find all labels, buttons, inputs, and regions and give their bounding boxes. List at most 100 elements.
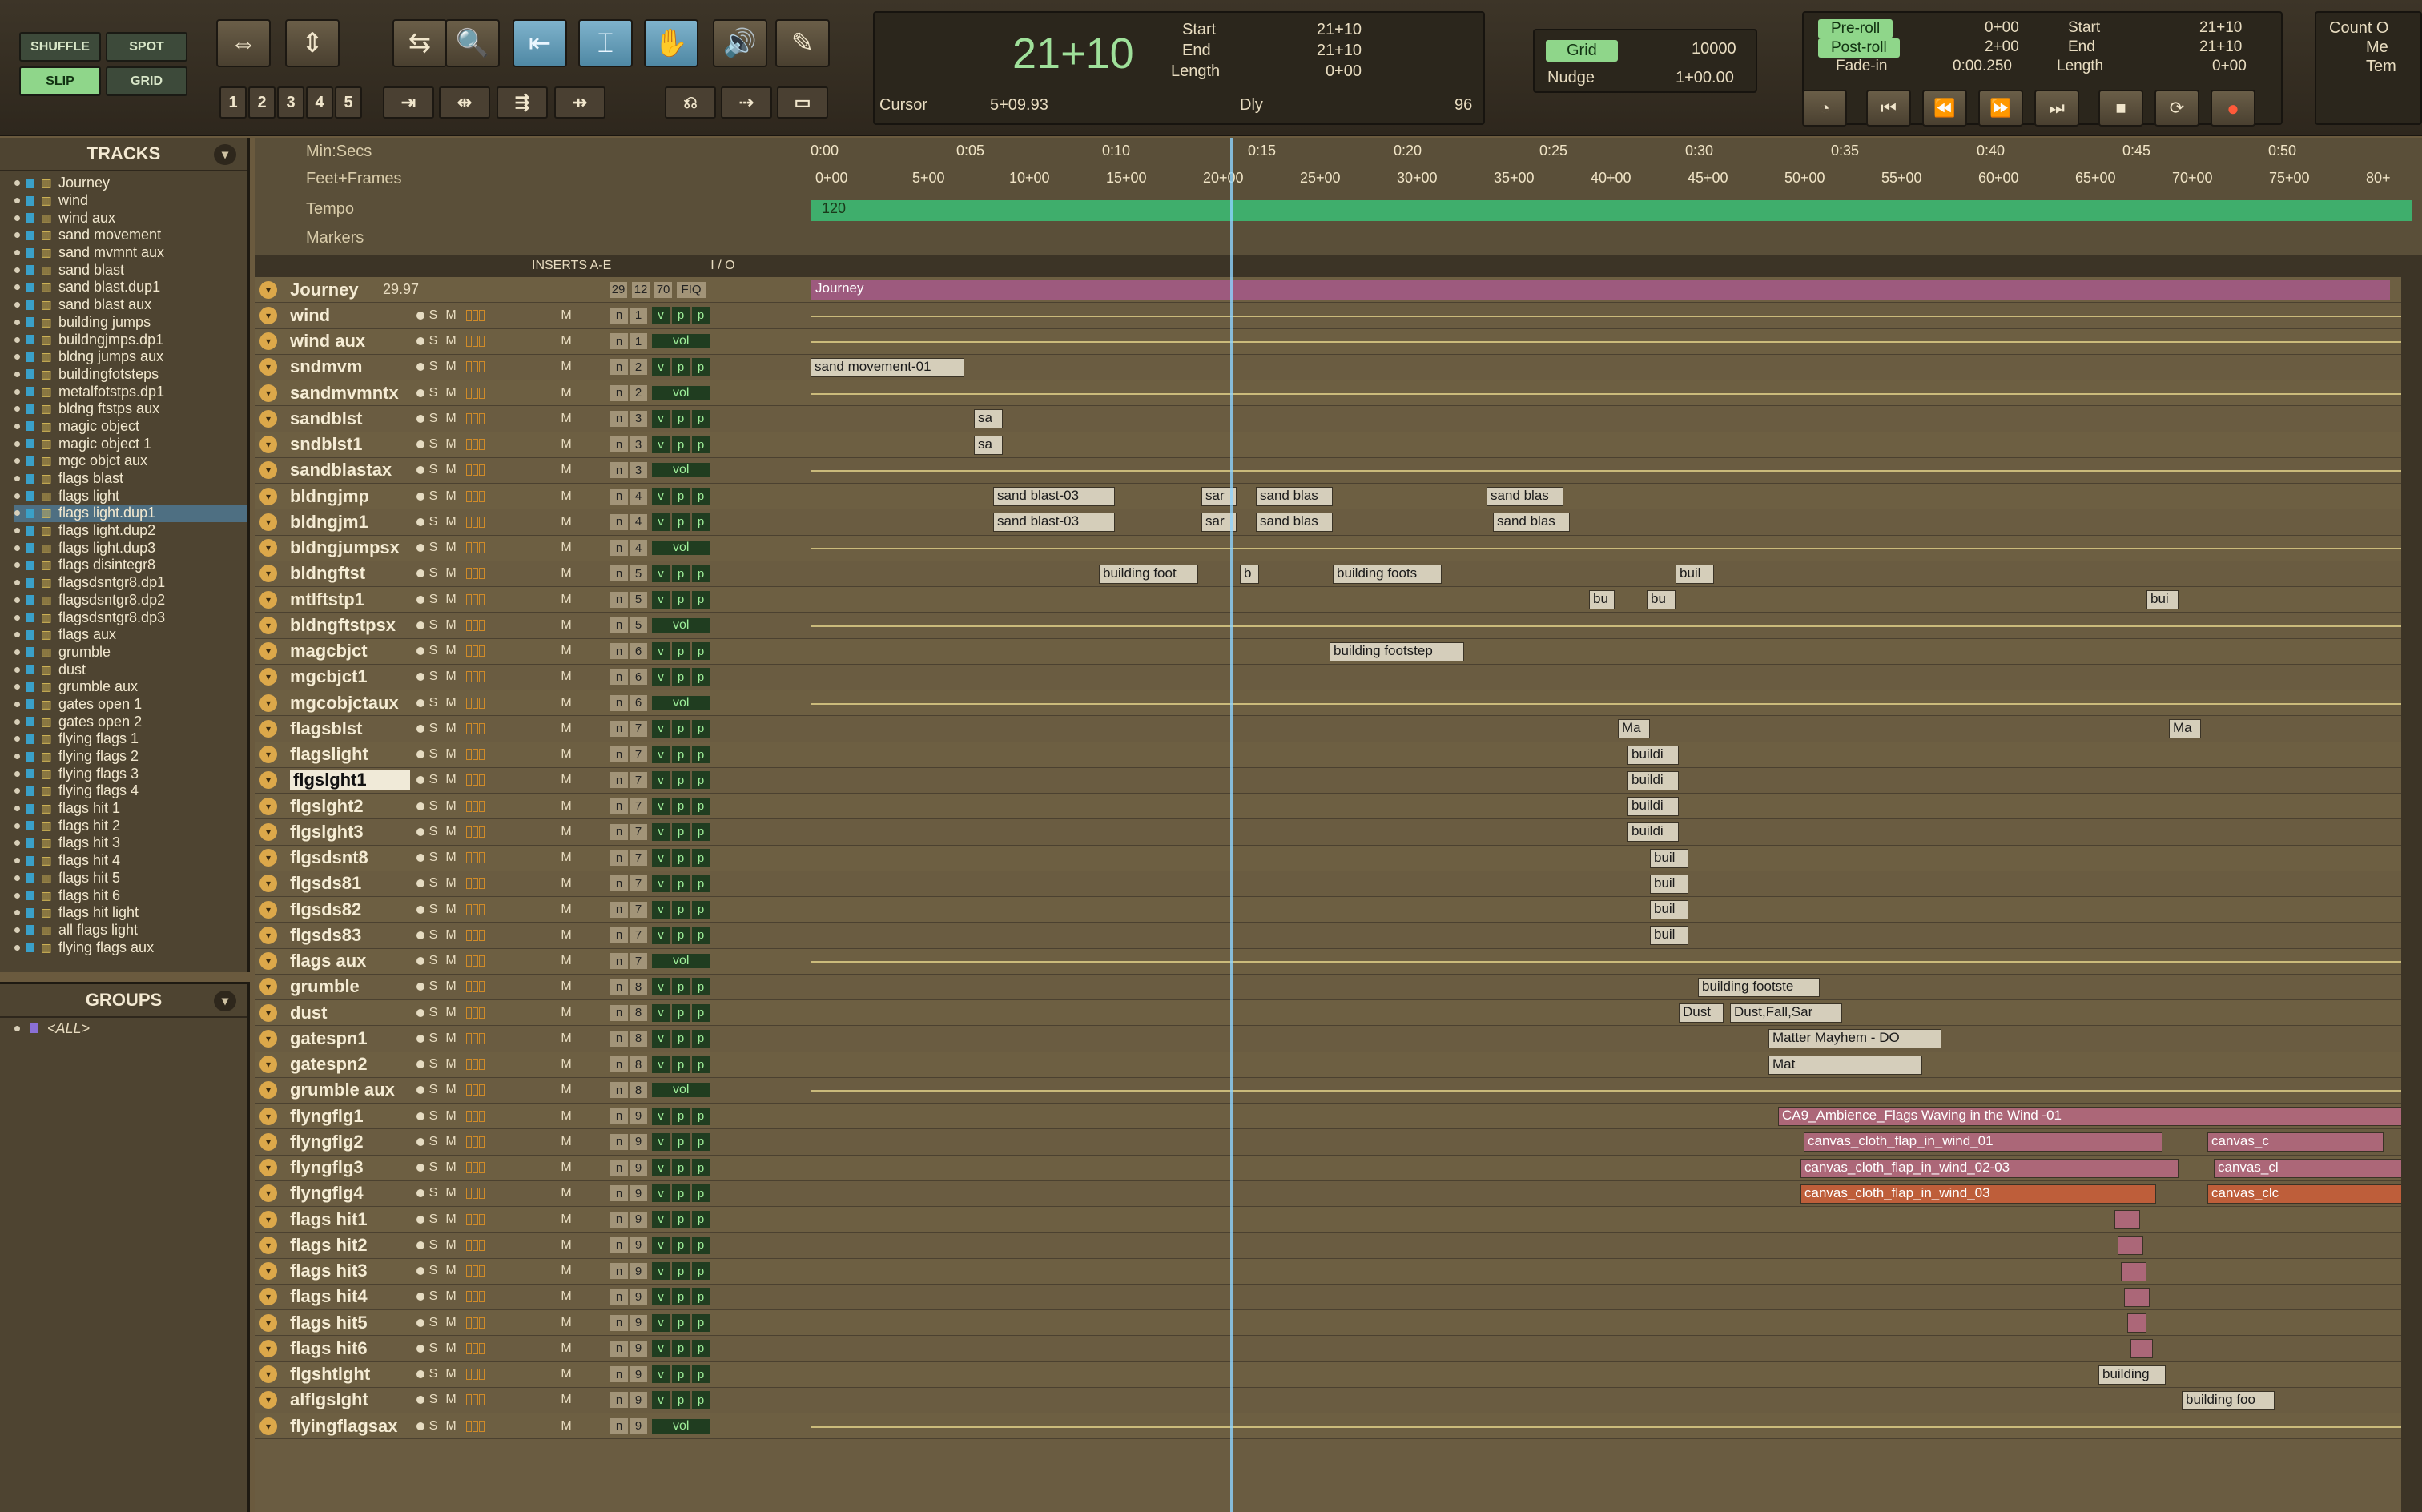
track-list-item[interactable]: ▥ building jumps — [14, 314, 247, 332]
io-number[interactable]: 9 — [630, 1185, 647, 1202]
track-row[interactable]: ▾ mgcbjct1 S M Mn 6 v p p — [255, 665, 2422, 690]
voice-selector[interactable]: v — [652, 875, 670, 893]
io-number[interactable]: 9 — [630, 1211, 647, 1228]
io-number[interactable]: 6 — [630, 669, 647, 686]
track-row[interactable]: ▾ flyngflg1 S M Mn 9 v p p CA9_Ambience_Flags Wav… — [255, 1104, 2422, 1130]
insert-slot[interactable]: M — [522, 747, 610, 762]
record-enable-icon[interactable] — [416, 854, 424, 863]
track-row[interactable]: ▾ flyngflg3 S M Mn 9 v p p canvas_cloth_flap_in_w… — [255, 1155, 2422, 1181]
meter-label[interactable]: Me — [2366, 38, 2388, 57]
mute-button[interactable]: M — [442, 1031, 460, 1046]
io-n-label[interactable]: n — [610, 1418, 628, 1434]
delay-compensation-label[interactable]: Dly — [1240, 96, 1263, 115]
record-enable-icon[interactable] — [416, 388, 424, 397]
track-list-item[interactable]: ▥ mgc objct aux — [14, 452, 247, 470]
audio-clip[interactable]: sand movement-01 — [811, 357, 964, 377]
io-n-label[interactable]: n — [610, 1289, 628, 1305]
record-enable-icon[interactable] — [416, 802, 424, 810]
track-row[interactable]: ▾ bldngjumpsx S M Mn 4 vol — [255, 535, 2422, 561]
playlist-selector[interactable]: p — [672, 1313, 690, 1332]
playlist-selector[interactable]: p — [672, 668, 690, 686]
io-number[interactable]: 9 — [630, 1366, 647, 1383]
io-n-label[interactable]: n — [610, 333, 628, 350]
audio-clip[interactable]: canvas_cloth_flap_in_wind_02-03 — [1800, 1158, 2179, 1178]
voice-selector[interactable]: v — [652, 590, 670, 609]
voice-selector[interactable]: v — [652, 978, 670, 996]
playlist-selector[interactable]: p — [692, 1107, 710, 1125]
mirror-midi-icon[interactable]: ⎌ — [665, 86, 716, 119]
voice-selector[interactable]: v — [652, 487, 670, 505]
track-row[interactable]: ▾ wind S M Mn 1 v p p — [255, 303, 2422, 329]
track-lane[interactable]: canvas_cloth_flap_in_wind_03 canvas_clc — [811, 1181, 2422, 1206]
record-enable-icon[interactable] — [416, 544, 424, 553]
solo-button[interactable]: S — [424, 593, 442, 607]
io-number[interactable]: 9 — [630, 1314, 647, 1331]
volume-view-selector[interactable]: vol — [652, 463, 710, 478]
track-list-item[interactable]: ▥ flags hit 4 — [14, 852, 247, 870]
mute-button[interactable]: M — [442, 1393, 460, 1407]
track-name[interactable]: flags hit2 — [290, 1235, 410, 1256]
track-name[interactable]: flyngflg4 — [290, 1183, 410, 1204]
playlist-selector[interactable]: p — [672, 409, 690, 428]
track-name[interactable]: gatespn1 — [290, 1028, 410, 1049]
track-lane[interactable]: buildi — [811, 819, 2422, 844]
playlist-selector[interactable]: p — [692, 1210, 710, 1228]
io-n-label[interactable]: n — [610, 1004, 628, 1021]
io-number[interactable]: 7 — [630, 875, 647, 892]
io-number[interactable]: 7 — [630, 901, 647, 918]
voice-selector[interactable]: v — [652, 306, 670, 324]
track-options-chevron-icon[interactable]: ▾ — [260, 719, 277, 738]
playlist-selector[interactable]: p — [672, 1288, 690, 1306]
audio-clip[interactable]: sand blas — [1493, 513, 1570, 533]
mute-button[interactable]: M — [442, 1238, 460, 1253]
insert-slot[interactable]: M — [522, 903, 610, 917]
insert-slot[interactable]: M — [522, 644, 610, 658]
track-options-chevron-icon[interactable]: ▾ — [260, 590, 277, 609]
track-options-chevron-icon[interactable]: ▾ — [260, 1184, 277, 1203]
track-row[interactable]: ▾ flgsds83 S M Mn 7 v p p buil — [255, 923, 2422, 949]
record-enable-icon[interactable] — [416, 1318, 424, 1327]
voice-selector[interactable]: v — [652, 668, 670, 686]
track-row[interactable]: ▾ flags hit2 S M Mn 9 v p p — [255, 1233, 2422, 1259]
volume-view-selector[interactable]: vol — [652, 617, 710, 633]
record-enable-icon[interactable] — [416, 1241, 424, 1249]
io-n-label[interactable]: n — [610, 772, 628, 789]
io-number[interactable]: 9 — [630, 1289, 647, 1305]
fast-forward-icon[interactable]: ⏩ — [1978, 90, 2023, 127]
track-name[interactable]: magcbjct — [290, 641, 410, 662]
track-options-chevron-icon[interactable]: ▾ — [260, 694, 277, 712]
track-row[interactable]: ▾ flgslght2 S M Mn 7 v p p buildi — [255, 794, 2422, 820]
io-n-label[interactable]: n — [610, 1030, 628, 1047]
track-lane[interactable]: Mat — [811, 1052, 2422, 1077]
playlist-selector[interactable]: p — [692, 1132, 710, 1151]
solo-button[interactable]: S — [424, 799, 442, 814]
playlist-selector[interactable]: p — [672, 487, 690, 505]
record-enable-icon[interactable] — [416, 698, 424, 707]
io-n-label[interactable]: n — [610, 1082, 628, 1099]
io-number[interactable]: 7 — [630, 746, 647, 763]
playlist-selector[interactable]: p — [692, 1029, 710, 1048]
audio-clip[interactable]: buil — [1676, 564, 1714, 584]
track-options-chevron-icon[interactable]: ▾ — [260, 306, 277, 324]
track-row[interactable]: ▾ flgsds82 S M Mn 7 v p p buil — [255, 897, 2422, 923]
track-lane[interactable] — [811, 329, 2422, 354]
track-options-chevron-icon[interactable]: ▾ — [260, 668, 277, 686]
insert-slot[interactable]: M — [522, 1031, 610, 1046]
track-lane[interactable] — [811, 949, 2422, 974]
playlist-selector[interactable]: p — [692, 1365, 710, 1384]
track-lane[interactable] — [811, 536, 2422, 561]
track-list-item[interactable]: ▥ flags light — [14, 487, 247, 505]
voice-selector[interactable]: v — [652, 1288, 670, 1306]
volume-automation-line[interactable] — [811, 625, 2422, 627]
playlist-selector[interactable]: p — [672, 926, 690, 944]
record-enable-icon[interactable] — [416, 1267, 424, 1276]
track-lane[interactable] — [811, 1259, 2422, 1284]
track-lane[interactable]: canvas_cloth_flap_in_wind_01 canvas_c — [811, 1129, 2422, 1154]
track-lane[interactable]: building foo — [811, 1388, 2422, 1413]
insert-slot[interactable]: M — [522, 412, 610, 426]
zoom-preset-1[interactable]: 1 — [219, 86, 247, 119]
track-name[interactable]: grumble aux — [290, 1080, 410, 1100]
track-name[interactable]: flags hit4 — [290, 1286, 410, 1307]
io-n-label[interactable]: n — [610, 384, 628, 401]
audio-clip[interactable]: buil — [1650, 874, 1688, 894]
